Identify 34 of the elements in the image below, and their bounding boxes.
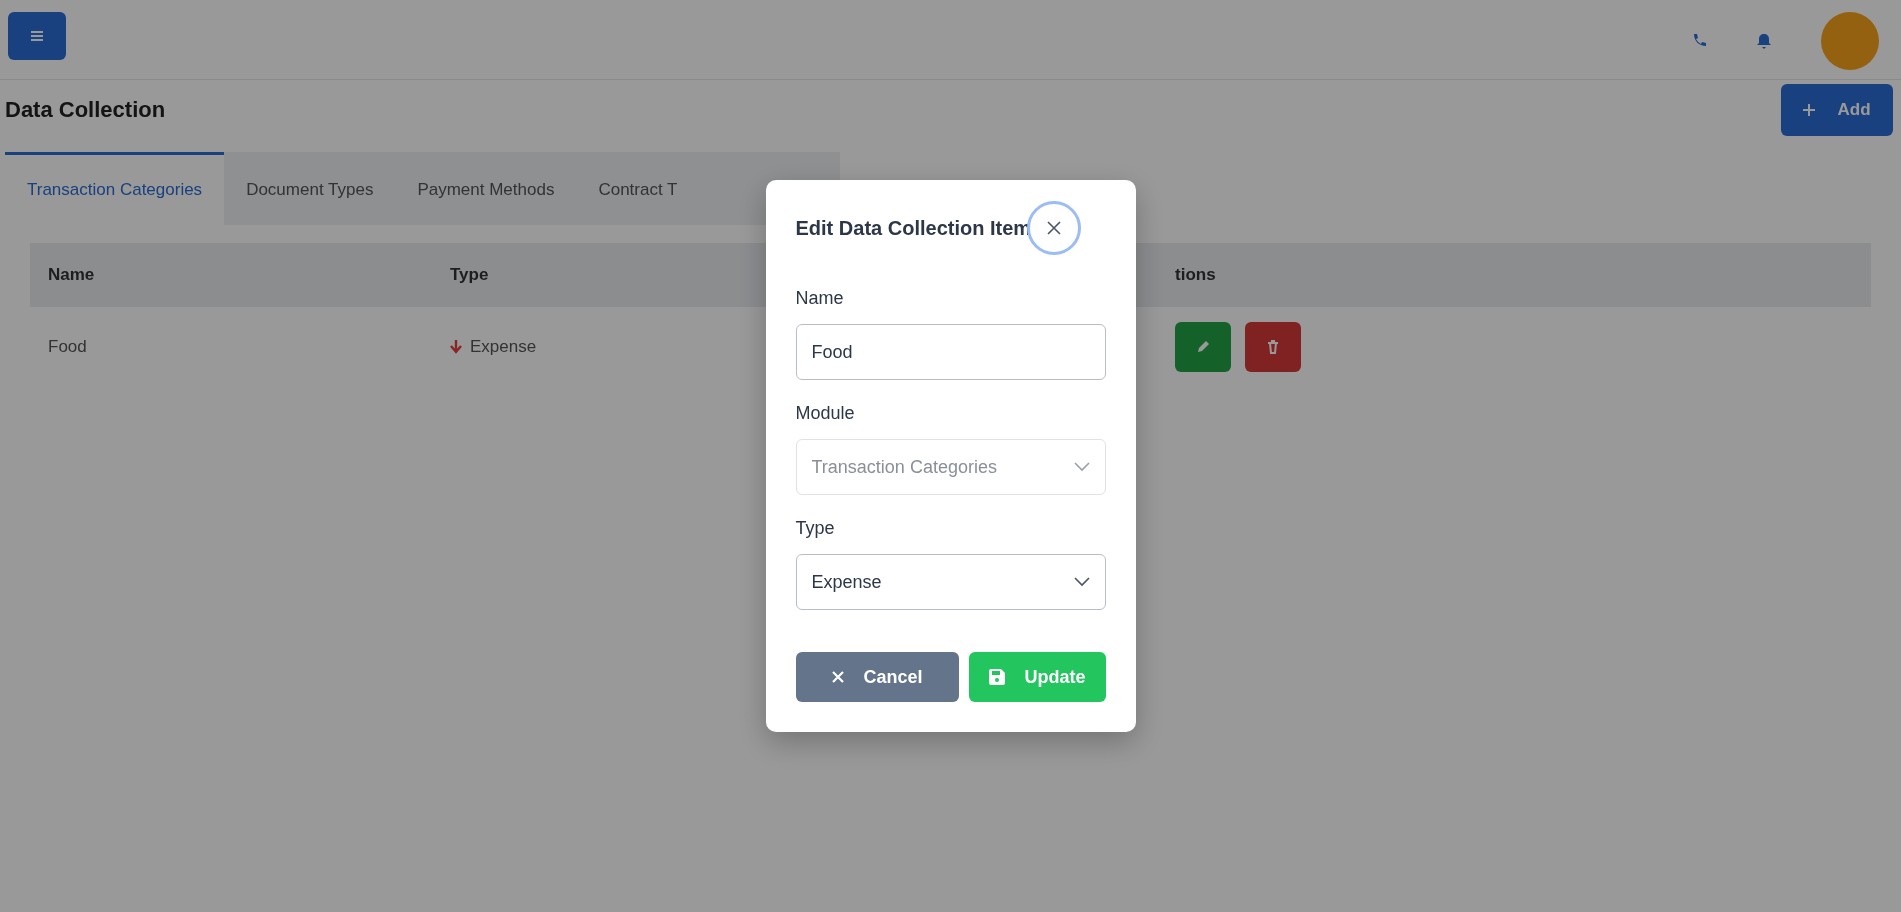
column-header: Type	[450, 263, 490, 286]
column-header: tions	[1175, 263, 1216, 286]
tab[interactable]: Transaction Categories	[5, 152, 225, 225]
add-button[interactable]: Add	[1781, 84, 1893, 136]
field-label: Module	[795, 402, 856, 425]
field-label: Type	[795, 517, 836, 540]
close-button[interactable]	[1027, 201, 1082, 255]
cancel-button[interactable]: Cancel	[795, 652, 959, 702]
bell-icon	[1757, 33, 1771, 49]
field-label: Name	[795, 287, 845, 310]
avatar[interactable]	[1821, 12, 1879, 70]
chevron-down-icon	[1073, 577, 1090, 587]
phone-icon	[1691, 33, 1707, 49]
menu-button[interactable]	[8, 12, 66, 60]
tab[interactable]: Payment Methods	[395, 152, 577, 225]
trash-icon	[1267, 340, 1279, 355]
page-title: Data Collection	[5, 96, 166, 124]
menu-icon	[30, 30, 44, 42]
table-cell-text: Food	[47, 335, 88, 358]
edit-button[interactable]	[1175, 321, 1231, 372]
edit-icon	[1196, 340, 1210, 355]
arrow-down-icon	[450, 339, 462, 354]
delete-button[interactable]	[1245, 321, 1301, 372]
chevron-down-icon	[1073, 462, 1090, 472]
tab[interactable]: Contract T	[576, 152, 700, 225]
close-icon	[831, 671, 844, 683]
plus-icon	[1803, 104, 1816, 116]
table-cell-text: Expense	[470, 335, 537, 358]
input-field[interactable]: Food	[795, 324, 1106, 380]
column-header: Name	[47, 263, 96, 286]
close-icon	[1047, 221, 1062, 235]
tab[interactable]: Document Types	[224, 152, 396, 225]
update-button[interactable]: Update	[968, 652, 1106, 702]
dropdown-field[interactable]: Expense	[795, 554, 1106, 610]
